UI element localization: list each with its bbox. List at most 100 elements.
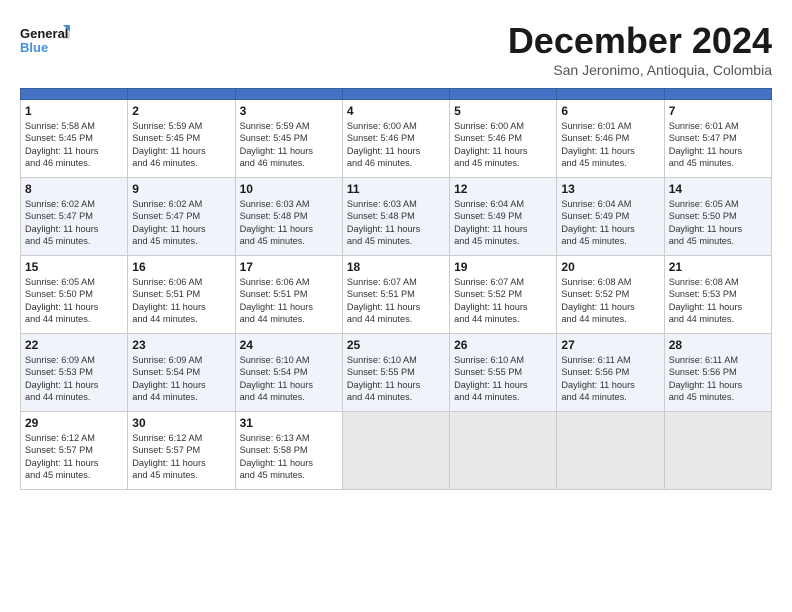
cell-info: Sunrise: 6:01 AMSunset: 5:47 PMDaylight:… — [669, 120, 767, 170]
table-row: 7 Sunrise: 6:01 AMSunset: 5:47 PMDayligh… — [664, 100, 771, 178]
cell-info: Sunrise: 6:12 AMSunset: 5:57 PMDaylight:… — [25, 432, 123, 482]
day-number: 15 — [25, 260, 123, 274]
day-number: 19 — [454, 260, 552, 274]
cell-info: Sunrise: 6:07 AMSunset: 5:52 PMDaylight:… — [454, 276, 552, 326]
day-number: 3 — [240, 104, 338, 118]
day-number: 13 — [561, 182, 659, 196]
table-row: 2 Sunrise: 5:59 AMSunset: 5:45 PMDayligh… — [128, 100, 235, 178]
cell-info: Sunrise: 6:02 AMSunset: 5:47 PMDaylight:… — [132, 198, 230, 248]
location: San Jeronimo, Antioquia, Colombia — [508, 62, 772, 78]
cell-info: Sunrise: 6:07 AMSunset: 5:51 PMDaylight:… — [347, 276, 445, 326]
table-row: 1 Sunrise: 5:58 AMSunset: 5:45 PMDayligh… — [21, 100, 128, 178]
page-header: General Blue December 2024 San Jeronimo,… — [20, 20, 772, 78]
table-row: 17 Sunrise: 6:06 AMSunset: 5:51 PMDaylig… — [235, 256, 342, 334]
table-row: 25 Sunrise: 6:10 AMSunset: 5:55 PMDaylig… — [342, 334, 449, 412]
day-number: 28 — [669, 338, 767, 352]
table-row: 8 Sunrise: 6:02 AMSunset: 5:47 PMDayligh… — [21, 178, 128, 256]
table-row: 5 Sunrise: 6:00 AMSunset: 5:46 PMDayligh… — [450, 100, 557, 178]
cell-info: Sunrise: 6:03 AMSunset: 5:48 PMDaylight:… — [347, 198, 445, 248]
table-row: 6 Sunrise: 6:01 AMSunset: 5:46 PMDayligh… — [557, 100, 664, 178]
table-row: 27 Sunrise: 6:11 AMSunset: 5:56 PMDaylig… — [557, 334, 664, 412]
cell-info: Sunrise: 6:06 AMSunset: 5:51 PMDaylight:… — [240, 276, 338, 326]
month-title: December 2024 — [508, 20, 772, 62]
table-row: 22 Sunrise: 6:09 AMSunset: 5:53 PMDaylig… — [21, 334, 128, 412]
day-number: 30 — [132, 416, 230, 430]
day-number: 7 — [669, 104, 767, 118]
table-row: 19 Sunrise: 6:07 AMSunset: 5:52 PMDaylig… — [450, 256, 557, 334]
day-number: 29 — [25, 416, 123, 430]
table-row: 15 Sunrise: 6:05 AMSunset: 5:50 PMDaylig… — [21, 256, 128, 334]
day-number: 24 — [240, 338, 338, 352]
table-row: 21 Sunrise: 6:08 AMSunset: 5:53 PMDaylig… — [664, 256, 771, 334]
calendar-table: 1 Sunrise: 5:58 AMSunset: 5:45 PMDayligh… — [20, 88, 772, 490]
day-number: 25 — [347, 338, 445, 352]
table-row — [342, 412, 449, 490]
cell-info: Sunrise: 6:04 AMSunset: 5:49 PMDaylight:… — [454, 198, 552, 248]
cell-info: Sunrise: 6:04 AMSunset: 5:49 PMDaylight:… — [561, 198, 659, 248]
table-row: 14 Sunrise: 6:05 AMSunset: 5:50 PMDaylig… — [664, 178, 771, 256]
table-row: 10 Sunrise: 6:03 AMSunset: 5:48 PMDaylig… — [235, 178, 342, 256]
svg-text:Blue: Blue — [20, 40, 48, 55]
cell-info: Sunrise: 6:10 AMSunset: 5:55 PMDaylight:… — [454, 354, 552, 404]
header-sunday — [21, 89, 128, 100]
table-row — [664, 412, 771, 490]
header-thursday — [450, 89, 557, 100]
day-number: 26 — [454, 338, 552, 352]
table-row: 3 Sunrise: 5:59 AMSunset: 5:45 PMDayligh… — [235, 100, 342, 178]
title-block: December 2024 San Jeronimo, Antioquia, C… — [508, 20, 772, 78]
cell-info: Sunrise: 5:59 AMSunset: 5:45 PMDaylight:… — [240, 120, 338, 170]
cell-info: Sunrise: 6:10 AMSunset: 5:55 PMDaylight:… — [347, 354, 445, 404]
svg-text:General: General — [20, 26, 68, 41]
table-row: 16 Sunrise: 6:06 AMSunset: 5:51 PMDaylig… — [128, 256, 235, 334]
table-row: 4 Sunrise: 6:00 AMSunset: 5:46 PMDayligh… — [342, 100, 449, 178]
day-number: 21 — [669, 260, 767, 274]
day-number: 9 — [132, 182, 230, 196]
day-number: 18 — [347, 260, 445, 274]
day-number: 8 — [25, 182, 123, 196]
day-number: 4 — [347, 104, 445, 118]
cell-info: Sunrise: 5:58 AMSunset: 5:45 PMDaylight:… — [25, 120, 123, 170]
day-number: 16 — [132, 260, 230, 274]
header-tuesday — [235, 89, 342, 100]
cell-info: Sunrise: 6:01 AMSunset: 5:46 PMDaylight:… — [561, 120, 659, 170]
cell-info: Sunrise: 6:11 AMSunset: 5:56 PMDaylight:… — [561, 354, 659, 404]
day-number: 2 — [132, 104, 230, 118]
cell-info: Sunrise: 6:05 AMSunset: 5:50 PMDaylight:… — [25, 276, 123, 326]
table-row: 12 Sunrise: 6:04 AMSunset: 5:49 PMDaylig… — [450, 178, 557, 256]
cell-info: Sunrise: 6:09 AMSunset: 5:53 PMDaylight:… — [25, 354, 123, 404]
cell-info: Sunrise: 6:08 AMSunset: 5:52 PMDaylight:… — [561, 276, 659, 326]
cell-info: Sunrise: 6:02 AMSunset: 5:47 PMDaylight:… — [25, 198, 123, 248]
calendar-week-row: 8 Sunrise: 6:02 AMSunset: 5:47 PMDayligh… — [21, 178, 772, 256]
day-number: 27 — [561, 338, 659, 352]
day-number: 12 — [454, 182, 552, 196]
day-number: 1 — [25, 104, 123, 118]
header-friday — [557, 89, 664, 100]
day-number: 10 — [240, 182, 338, 196]
cell-info: Sunrise: 6:03 AMSunset: 5:48 PMDaylight:… — [240, 198, 338, 248]
calendar-header-row — [21, 89, 772, 100]
cell-info: Sunrise: 6:00 AMSunset: 5:46 PMDaylight:… — [454, 120, 552, 170]
cell-info: Sunrise: 6:10 AMSunset: 5:54 PMDaylight:… — [240, 354, 338, 404]
table-row — [557, 412, 664, 490]
cell-info: Sunrise: 6:00 AMSunset: 5:46 PMDaylight:… — [347, 120, 445, 170]
day-number: 14 — [669, 182, 767, 196]
table-row: 26 Sunrise: 6:10 AMSunset: 5:55 PMDaylig… — [450, 334, 557, 412]
header-saturday — [664, 89, 771, 100]
day-number: 5 — [454, 104, 552, 118]
day-number: 23 — [132, 338, 230, 352]
table-row: 29 Sunrise: 6:12 AMSunset: 5:57 PMDaylig… — [21, 412, 128, 490]
cell-info: Sunrise: 6:05 AMSunset: 5:50 PMDaylight:… — [669, 198, 767, 248]
calendar-week-row: 29 Sunrise: 6:12 AMSunset: 5:57 PMDaylig… — [21, 412, 772, 490]
table-row: 18 Sunrise: 6:07 AMSunset: 5:51 PMDaylig… — [342, 256, 449, 334]
day-number: 20 — [561, 260, 659, 274]
day-number: 6 — [561, 104, 659, 118]
table-row: 9 Sunrise: 6:02 AMSunset: 5:47 PMDayligh… — [128, 178, 235, 256]
cell-info: Sunrise: 5:59 AMSunset: 5:45 PMDaylight:… — [132, 120, 230, 170]
table-row: 31 Sunrise: 6:13 AMSunset: 5:58 PMDaylig… — [235, 412, 342, 490]
cell-info: Sunrise: 6:13 AMSunset: 5:58 PMDaylight:… — [240, 432, 338, 482]
calendar-week-row: 1 Sunrise: 5:58 AMSunset: 5:45 PMDayligh… — [21, 100, 772, 178]
table-row: 13 Sunrise: 6:04 AMSunset: 5:49 PMDaylig… — [557, 178, 664, 256]
cell-info: Sunrise: 6:09 AMSunset: 5:54 PMDaylight:… — [132, 354, 230, 404]
day-number: 11 — [347, 182, 445, 196]
calendar-week-row: 15 Sunrise: 6:05 AMSunset: 5:50 PMDaylig… — [21, 256, 772, 334]
